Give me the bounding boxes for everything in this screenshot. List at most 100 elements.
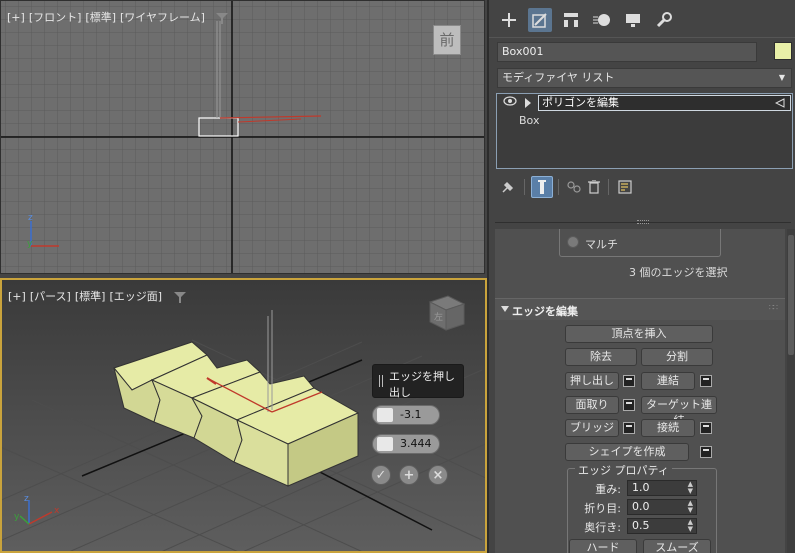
caddy-ok-button[interactable]: ✓ — [371, 465, 391, 485]
smooth-button[interactable]: スムーズ — [643, 539, 711, 553]
show-end-result-button[interactable] — [531, 176, 553, 198]
weight-value[interactable]: 1.0 — [632, 481, 650, 494]
viewport-shading-mode[interactable]: [エッジ面] — [109, 290, 162, 303]
viewport-menu[interactable]: [+] — [8, 290, 26, 303]
chamfer-button[interactable]: 面取り — [565, 396, 619, 414]
bridge-button[interactable]: ブリッジ — [565, 419, 619, 437]
extrude-height-value[interactable]: -3.1 — [400, 408, 421, 421]
spinner-arrows-icon[interactable]: ▲ ▼ — [688, 500, 693, 514]
filter-icon[interactable] — [173, 291, 186, 303]
selection-options-group — [559, 229, 721, 257]
extrude-settings-button[interactable] — [623, 375, 635, 387]
depth-spinner[interactable]: 0.5 ▲ ▼ — [627, 518, 697, 534]
extrude-height-icon — [377, 408, 393, 422]
extrude-button[interactable]: 押し出し — [565, 372, 619, 390]
weld-settings-button[interactable] — [700, 375, 712, 387]
viewcube[interactable]: 前 — [433, 25, 461, 55]
depth-label: 奥行き: — [584, 521, 621, 534]
chevron-down-icon: ▼ — [778, 73, 785, 82]
rollout-grip-icon[interactable]: ∷∷ — [769, 303, 778, 312]
stack-toolbar — [497, 176, 792, 198]
multi-radio[interactable] — [567, 236, 579, 248]
connect-button[interactable]: 接続 — [641, 419, 695, 437]
modifier-list-label: モディファイヤ リスト — [502, 71, 615, 84]
make-unique-button[interactable] — [563, 176, 585, 198]
split-button[interactable]: 分割 — [641, 348, 713, 366]
command-panel-tabs — [489, 0, 795, 38]
object-color-swatch[interactable] — [774, 42, 792, 60]
extrude-width-field[interactable]: 3.444 — [372, 434, 440, 454]
remove-modifier-button[interactable] — [583, 176, 605, 198]
extrude-edges-caddy-header[interactable]: エッジを押し出し — [372, 364, 464, 399]
pin-icon — [502, 181, 514, 193]
edge-properties-title: エッジ プロパティ — [575, 462, 672, 478]
create-shape-settings-button[interactable] — [700, 446, 712, 458]
hard-button[interactable]: ハード — [569, 539, 637, 553]
viewport-menu[interactable]: [+] — [7, 11, 25, 24]
perspective-viewport-label[interactable]: [+] [パース] [標準] [エッジ面] — [8, 288, 186, 304]
selection-status: 3 個のエッジを選択 — [629, 266, 728, 279]
crease-value[interactable]: 0.0 — [632, 500, 650, 513]
front-viewport[interactable]: [+] [フロント] [標準] [ワイヤフレーム] 前 z y — [0, 0, 485, 274]
extrude-width-value[interactable]: 3.444 — [400, 437, 432, 450]
create-shape-button[interactable]: シェイプを作成 — [565, 443, 689, 461]
stack-item-box[interactable]: Box — [519, 114, 539, 127]
plus-icon — [502, 13, 516, 27]
panel-scrollbar[interactable] — [787, 229, 795, 553]
perspective-viewport[interactable]: [+] [パース] [標準] [エッジ面] 左 z y x エッジを押し出し -3.1… — [0, 278, 487, 553]
check-icon: ✓ — [375, 467, 387, 483]
target-weld-button[interactable]: ターゲット連結 — [641, 396, 717, 427]
connect-settings-button[interactable] — [700, 422, 712, 434]
viewport-point-of-view[interactable]: [パース] — [30, 290, 71, 303]
spinner-arrows-icon[interactable]: ▲ ▼ — [688, 481, 693, 495]
display-tab[interactable] — [621, 8, 645, 32]
modify-tab[interactable] — [528, 8, 552, 32]
depth-value[interactable]: 0.5 — [632, 519, 650, 532]
extrude-height-field[interactable]: -3.1 — [372, 405, 440, 425]
motion-icon — [593, 14, 610, 26]
multi-label: マルチ — [585, 238, 618, 251]
edit-edges-rollout-header[interactable]: エッジを編集 ∷∷ — [495, 298, 785, 320]
caddy-drag-handle[interactable] — [379, 375, 383, 387]
close-icon: × — [432, 467, 444, 483]
viewport-shading-mode[interactable]: [ワイヤフレーム] — [120, 11, 205, 24]
expand-icon[interactable] — [524, 98, 532, 108]
viewport-shading-standard[interactable]: [標準] — [85, 11, 116, 24]
rollout-scroll-area[interactable]: マルチ 3 個のエッジを選択 エッジを編集 ∷∷ 頂点を挿入 除去 分割 押し出… — [495, 229, 785, 553]
viewcube[interactable]: 左 — [434, 310, 443, 323]
stack-item-edit-poly[interactable]: ポリゴンを編集 — [498, 95, 791, 111]
caddy-apply-button[interactable]: + — [399, 465, 419, 485]
edit-edges-title: エッジを編集 — [512, 305, 578, 318]
modifier-list-dropdown[interactable]: モディファイヤ リスト ▼ — [497, 68, 792, 88]
axis-y-label: y — [27, 239, 33, 249]
motion-tab[interactable] — [590, 8, 614, 32]
viewport-point-of-view[interactable]: [フロント] — [29, 11, 82, 24]
create-tab[interactable] — [497, 8, 521, 32]
remove-button[interactable]: 除去 — [565, 348, 637, 366]
axis-y-label: y — [14, 512, 20, 522]
weld-button[interactable]: 連結 — [641, 372, 695, 390]
configure-modifier-sets-button[interactable] — [614, 176, 636, 198]
axis-x-label: x — [54, 506, 60, 516]
panel-scrollbar-thumb[interactable] — [788, 235, 794, 355]
filter-icon[interactable] — [216, 12, 229, 24]
pin-stack-button[interactable] — [497, 176, 519, 198]
hierarchy-tab[interactable] — [559, 8, 583, 32]
bridge-settings-button[interactable] — [623, 422, 635, 434]
hierarchy-icon — [564, 13, 578, 27]
crease-spinner[interactable]: 0.0 ▲ ▼ — [627, 499, 697, 515]
viewport-shading-standard[interactable]: [標準] — [75, 290, 106, 303]
insert-vertex-button[interactable]: 頂点を挿入 — [565, 325, 713, 343]
chamfer-settings-button[interactable] — [623, 399, 635, 411]
eye-icon[interactable] — [503, 96, 517, 106]
weight-spinner[interactable]: 1.0 ▲ ▼ — [627, 480, 697, 496]
caddy-cancel-button[interactable]: × — [428, 465, 448, 485]
front-viewport-label[interactable]: [+] [フロント] [標準] [ワイヤフレーム] — [7, 9, 229, 25]
chevron-down-icon — [501, 306, 509, 312]
modifier-stack: ポリゴンを編集 Box — [496, 93, 793, 169]
panel-divider-grip[interactable] — [637, 220, 649, 224]
object-name-field[interactable]: Box001 — [497, 42, 757, 62]
spinner-arrows-icon[interactable]: ▲ ▼ — [688, 519, 693, 533]
utilities-tab[interactable] — [652, 8, 676, 32]
subobject-indicator-icon — [775, 98, 785, 108]
